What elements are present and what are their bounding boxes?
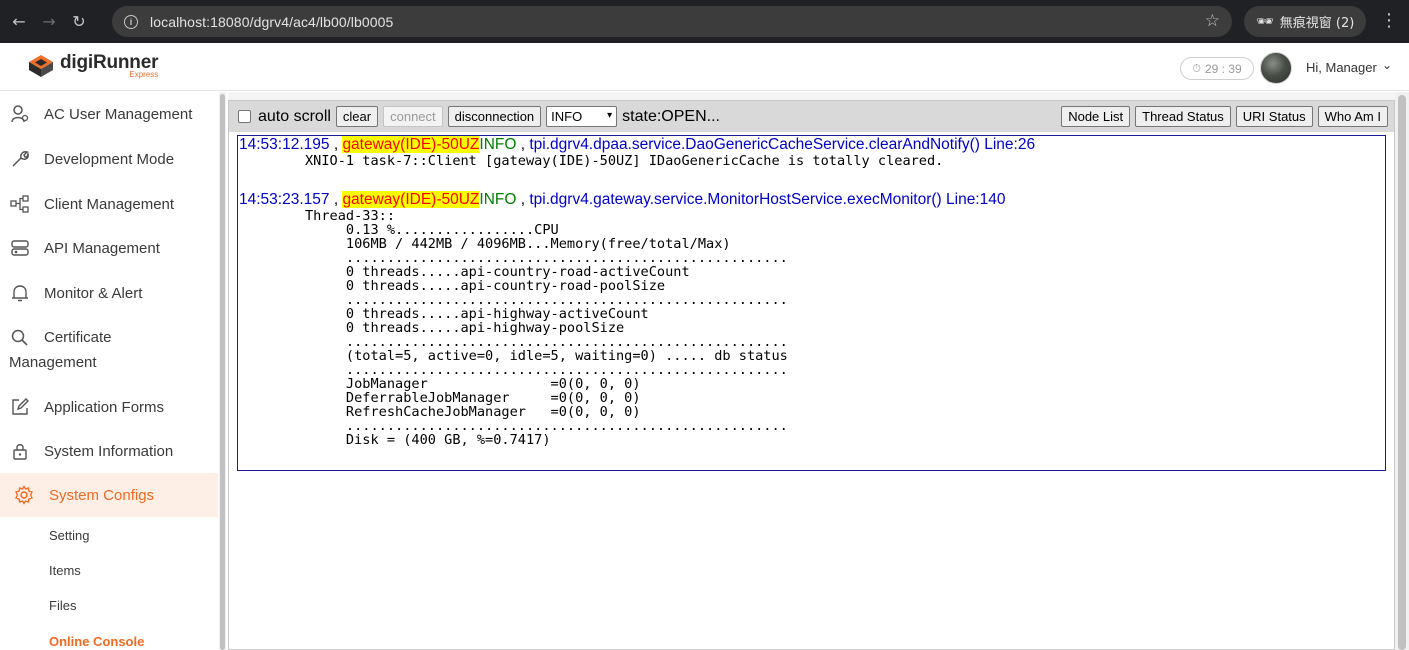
sidebar-item-label: Development Mode — [44, 150, 175, 168]
sidebar-subitem-setting[interactable]: Setting — [49, 528, 89, 543]
sidebar-item-label: Monitor & Alert — [44, 284, 143, 302]
site-info-icon[interactable]: i — [124, 14, 138, 29]
address-bar[interactable]: i localhost:18080/dgrv4/ac4/lb00/lb0005 … — [112, 6, 1232, 37]
log-gateway: gateway(IDE)-50UZ — [342, 191, 480, 208]
log-entry-body: XNIO-1 task-7::Client [gateway(IDE)-50UZ… — [305, 153, 944, 169]
sidebar-subitem-files[interactable]: Files — [49, 598, 76, 613]
node-list-button[interactable]: Node List — [1061, 106, 1131, 127]
chevron-down-icon[interactable]: ⌄ — [1382, 58, 1392, 72]
avatar[interactable] — [1260, 52, 1292, 84]
sidebar-item-label: System Configs — [49, 486, 155, 504]
log-gateway: gateway(IDE)-50UZ — [342, 136, 480, 153]
connect-button[interactable]: connect — [383, 106, 443, 127]
log-output[interactable]: 14:53:12.195 , gateway(IDE)-50UZINFO , t… — [237, 135, 1386, 471]
main-scrollbar-thumb[interactable] — [1398, 95, 1406, 650]
sidebar-subitem-items[interactable]: Items — [49, 563, 81, 578]
sidebar-item-development-mode[interactable]: Development Mode — [0, 137, 218, 181]
sidebar-item-label-line2: Management — [9, 354, 97, 371]
log-time: 14:53:12.195 — [239, 136, 330, 153]
sidebar-item-system-configs[interactable]: System Configs — [0, 473, 218, 517]
connection-state: state:OPEN... — [622, 107, 720, 125]
sidebar-item-label: API Management — [44, 239, 160, 257]
who-am-i-button[interactable]: Who Am I — [1317, 106, 1388, 127]
browser-toolbar: ← → ↻ i localhost:18080/dgrv4/ac4/lb00/l… — [0, 0, 1409, 43]
log-level-select[interactable]: INFO ▾ — [546, 106, 618, 127]
log-level-value: INFO — [551, 109, 583, 124]
log-source: tpi.dgrv4.gateway.service.MonitorHostSer… — [529, 191, 1006, 208]
sidebar-subitem-online-console[interactable]: Online Console — [49, 634, 144, 649]
hierarchy-icon — [10, 194, 30, 214]
sidebar-item-label: Client Management — [44, 195, 175, 213]
sidebar-scrollbar[interactable] — [219, 92, 226, 650]
log-entry-header: 14:53:23.157 , gateway(IDE)-50UZINFO , t… — [239, 191, 1006, 208]
logo-mark-icon — [29, 55, 53, 77]
uri-status-button[interactable]: URI Status — [1235, 106, 1313, 127]
bookmark-star-icon[interactable]: ☆ — [1205, 11, 1220, 31]
stopwatch-icon: ⏱ — [1192, 61, 1201, 75]
sidebar-item-api-management[interactable]: API Management — [0, 226, 218, 270]
main-scrollbar[interactable] — [1395, 92, 1409, 650]
incognito-badge[interactable]: 🕶 無痕視窗 (2) — [1244, 6, 1366, 37]
thread-status-button[interactable]: Thread Status — [1135, 106, 1231, 127]
lock-icon — [10, 441, 30, 461]
edit-icon — [10, 397, 30, 417]
user-greeting[interactable]: Hi, Manager — [1306, 60, 1377, 75]
forward-arrow-icon[interactable]: → — [38, 11, 60, 33]
reload-icon[interactable]: ↻ — [68, 11, 90, 33]
sidebar-scrollbar-thumb[interactable] — [220, 94, 225, 650]
sidebar-item-application-forms[interactable]: Application Forms — [0, 385, 218, 429]
browser-menu-icon[interactable]: ⋮ — [1380, 10, 1398, 31]
gear-icon — [14, 485, 34, 505]
api-icon — [10, 238, 30, 258]
log-source: tpi.dgrv4.dpaa.service.DaoGenericCacheSe… — [529, 136, 1036, 153]
log-level: INFO — [479, 191, 517, 208]
sidebar: AC User Management Development Mode Clie… — [0, 92, 218, 650]
sidebar-item-ac-user-management[interactable]: AC User Management — [0, 92, 218, 136]
sidebar-item-label: Application Forms — [44, 398, 165, 416]
auto-scroll-label: auto scroll — [258, 107, 331, 125]
wrench-icon — [10, 149, 30, 169]
timer-value: 29 : 39 — [1204, 61, 1242, 76]
sidebar-item-label: System Information — [44, 442, 174, 460]
log-entry-body: Thread-33:: 0.13 %.................CPU 1… — [305, 208, 788, 448]
incognito-icon: 🕶 — [1256, 13, 1274, 30]
search-icon — [10, 328, 30, 348]
log-entry-header: 14:53:12.195 , gateway(IDE)-50UZINFO , t… — [239, 136, 1036, 153]
session-timer: ⏱ 29 : 39 — [1180, 57, 1254, 80]
disconnection-button[interactable]: disconnection — [447, 106, 542, 127]
logo[interactable]: digiRunner Express — [28, 53, 158, 79]
log-level: INFO — [479, 136, 517, 153]
url-text: localhost:18080/dgrv4/ac4/lb00/lb0005 — [150, 13, 394, 30]
online-console-frame: auto scroll clear connect disconnection … — [228, 100, 1395, 650]
sidebar-item-system-information[interactable]: System Information — [0, 429, 218, 473]
clear-button[interactable]: clear — [335, 106, 379, 127]
back-arrow-icon[interactable]: ← — [8, 11, 30, 33]
chevron-down-icon: ▾ — [607, 110, 613, 121]
main-content: auto scroll clear connect disconnection … — [228, 92, 1409, 650]
app-header: digiRunner Express ⏱ 29 : 39 Hi, Manager… — [0, 43, 1409, 91]
auto-scroll-checkbox[interactable] — [238, 110, 251, 123]
sidebar-item-monitor-alert[interactable]: Monitor & Alert — [0, 271, 218, 315]
sidebar-item-label: AC User Management — [44, 105, 193, 123]
sidebar-item-label: Certificate — [44, 329, 112, 346]
sidebar-item-client-management[interactable]: Client Management — [0, 182, 218, 226]
bell-icon — [10, 283, 30, 303]
log-time: 14:53:23.157 — [239, 191, 330, 208]
sidebar-item-certificate-management[interactable]: Certificate Management — [0, 316, 218, 384]
user-cog-icon — [10, 104, 30, 124]
console-toolbar: auto scroll clear connect disconnection … — [229, 101, 1394, 132]
incognito-label: 無痕視窗 (2) — [1279, 16, 1355, 31]
